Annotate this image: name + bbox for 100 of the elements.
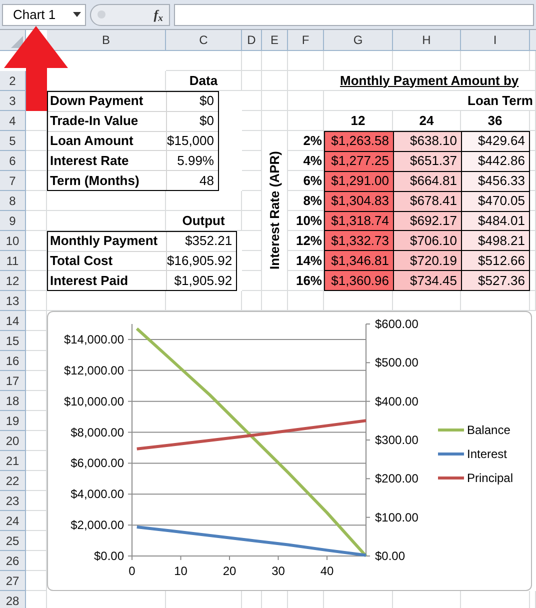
row-header[interactable]: 24 bbox=[0, 511, 26, 531]
payment-cell: $1,277.25 bbox=[325, 152, 394, 172]
value-cell-text: $352.21 bbox=[184, 232, 234, 250]
grid-cell[interactable] bbox=[288, 91, 324, 111]
axis-tick-label: $10,000.00 bbox=[64, 394, 124, 408]
grid-cell[interactable] bbox=[262, 71, 288, 91]
grid-cell[interactable] bbox=[242, 71, 262, 91]
row-header[interactable]: 3 bbox=[0, 91, 26, 111]
column-heading: 36 bbox=[461, 111, 530, 131]
grid-cell[interactable] bbox=[324, 51, 393, 71]
grid-cell[interactable] bbox=[262, 111, 288, 131]
row-header[interactable]: 23 bbox=[0, 491, 26, 511]
payment-cell: $706.10 bbox=[394, 231, 462, 252]
grid-cell[interactable] bbox=[461, 51, 530, 71]
rate-label: 8% bbox=[288, 191, 324, 211]
row-header[interactable]: 28 bbox=[0, 591, 26, 608]
column-header[interactable] bbox=[530, 30, 536, 51]
grid-cell[interactable] bbox=[242, 211, 262, 231]
row-header[interactable]: 19 bbox=[0, 411, 26, 431]
caret-icon[interactable] bbox=[73, 12, 81, 17]
column-header[interactable]: B bbox=[47, 30, 166, 51]
row-header[interactable]: 9 bbox=[0, 211, 26, 231]
row-header[interactable]: 21 bbox=[0, 451, 26, 471]
row-header[interactable]: 16 bbox=[0, 351, 26, 371]
table-title: Monthly Payment Amount by bbox=[288, 71, 536, 91]
value-cell-text: $0 bbox=[198, 92, 215, 110]
row-header[interactable]: 18 bbox=[0, 391, 26, 411]
column-header[interactable]: G bbox=[324, 30, 393, 51]
grid-cell[interactable] bbox=[26, 291, 47, 311]
payment-cell: $1,263.58 bbox=[325, 132, 394, 152]
grid-cell[interactable] bbox=[262, 91, 288, 111]
row-header[interactable]: 4 bbox=[0, 111, 26, 131]
row-header[interactable]: 7 bbox=[0, 171, 26, 191]
grid-cell[interactable] bbox=[26, 211, 47, 231]
column-header[interactable]: D bbox=[242, 30, 262, 51]
payment-cell: $498.21 bbox=[462, 231, 530, 252]
grid-cell[interactable] bbox=[288, 51, 324, 71]
value-cell-text: 48 bbox=[198, 172, 215, 190]
row-header[interactable]: 20 bbox=[0, 431, 26, 451]
grid-cell[interactable] bbox=[242, 111, 262, 131]
row-header[interactable]: 8 bbox=[0, 191, 26, 211]
row-header[interactable]: 27 bbox=[0, 571, 26, 591]
row-header[interactable]: 17 bbox=[0, 371, 26, 391]
axis-tick-label: $0.00 bbox=[94, 549, 124, 563]
grid-cell[interactable] bbox=[288, 111, 324, 131]
grid-cell[interactable] bbox=[242, 151, 262, 171]
payment-cell: $720.19 bbox=[394, 251, 462, 272]
payment-cell: $1,318.74 bbox=[325, 212, 394, 232]
line-chart[interactable]: $0.00 $2,000.00 $4,000.00 $6,000.00 $8,000.00 $10,000.00 $12,000.00 $14,000.00 $0.00 $100.00 $200.00 $300.00 $400.00 $500.00 $600.00 0 10 20 30 40 Balance Interest Principal bbox=[47, 311, 532, 591]
grid-cell[interactable] bbox=[530, 111, 536, 131]
axis-tick-label: $100.00 bbox=[375, 510, 418, 524]
row-header[interactable]: 10 bbox=[0, 231, 26, 251]
legend-label: Principal bbox=[467, 471, 514, 485]
value-cell-text: $15,000 bbox=[167, 132, 215, 150]
function-button[interactable]: f$_{x}$ bbox=[154, 6, 163, 22]
axis-tick-label: $400.00 bbox=[375, 394, 418, 408]
row-header[interactable]: 12 bbox=[0, 271, 26, 291]
axis-tick-label: 30 bbox=[272, 564, 285, 578]
grid-cell[interactable] bbox=[242, 91, 262, 111]
name-box[interactable]: Chart 1 bbox=[2, 4, 86, 26]
row-header[interactable]: 14 bbox=[0, 311, 26, 331]
row-header[interactable]: 22 bbox=[0, 471, 26, 491]
grid-cell[interactable] bbox=[242, 131, 262, 151]
circle-icon bbox=[97, 10, 106, 19]
grid-cell[interactable] bbox=[242, 171, 262, 191]
grid-cell[interactable] bbox=[530, 51, 536, 71]
row-header[interactable]: 13 bbox=[0, 291, 26, 311]
legend-swatch bbox=[438, 476, 464, 480]
row-header[interactable]: 15 bbox=[0, 331, 26, 351]
rate-label: 12% bbox=[288, 231, 324, 251]
column-header[interactable]: C bbox=[166, 30, 242, 51]
grid-cell[interactable] bbox=[242, 271, 262, 291]
grid-cell[interactable] bbox=[242, 51, 262, 71]
column-header[interactable]: H bbox=[393, 30, 461, 51]
grid-cell[interactable] bbox=[242, 251, 262, 271]
row-header[interactable]: 6 bbox=[0, 151, 26, 171]
column-header[interactable]: F bbox=[288, 30, 324, 51]
formula-field[interactable] bbox=[174, 4, 534, 26]
row-header[interactable]: 2 bbox=[0, 71, 26, 91]
row-header[interactable]: 11 bbox=[0, 251, 26, 271]
value-cell-text: 5.99% bbox=[176, 152, 215, 170]
label-cell: Monthly Payment bbox=[48, 232, 167, 251]
row-header[interactable]: 25 bbox=[0, 531, 26, 551]
grid-cell[interactable] bbox=[242, 191, 262, 211]
rate-label: 4% bbox=[288, 151, 324, 171]
grid-cell[interactable] bbox=[262, 51, 288, 71]
corner-header[interactable] bbox=[0, 30, 26, 51]
payment-cell: $734.45 bbox=[394, 271, 462, 291]
grid-cell[interactable] bbox=[242, 231, 262, 251]
grid-cell[interactable] bbox=[393, 51, 461, 71]
axis-tick-label: $8,000.00 bbox=[70, 425, 124, 440]
grid-cell[interactable] bbox=[26, 191, 47, 211]
row-header[interactable]: 5 bbox=[0, 131, 26, 151]
grid-cell[interactable] bbox=[166, 51, 242, 71]
table-subtitle: Loan Term bbox=[324, 91, 536, 111]
column-header[interactable]: E bbox=[262, 30, 288, 51]
column-header[interactable]: I bbox=[461, 30, 530, 51]
row-header[interactable]: 26 bbox=[0, 551, 26, 571]
axis-tick-label: $0.00 bbox=[375, 549, 406, 563]
grid-cell[interactable] bbox=[530, 291, 536, 311]
